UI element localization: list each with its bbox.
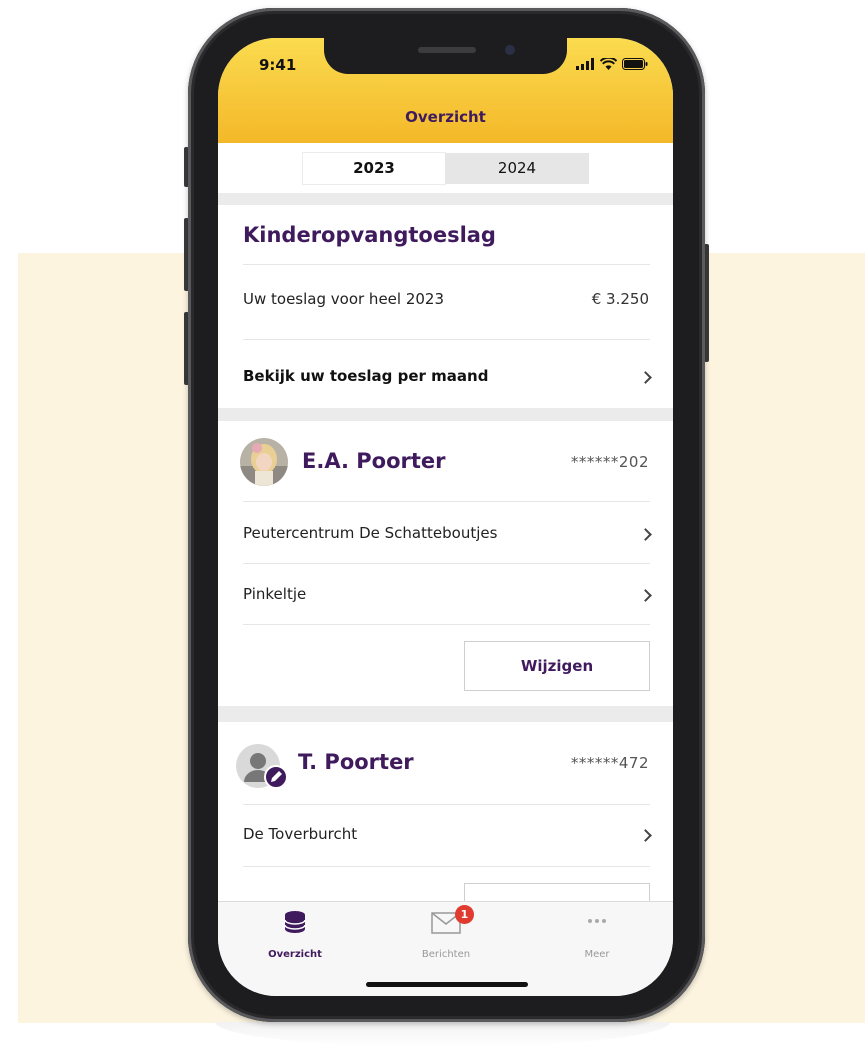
signal-icon [576, 58, 594, 70]
battery-icon [622, 58, 648, 70]
wifi-icon [600, 58, 617, 70]
phone-screen: 9:41 Overzicht 2023 2024 Kinderopvangtoe… [218, 38, 673, 996]
allowance-total-amount: € 3.250 [591, 290, 649, 308]
divider [243, 563, 650, 564]
year-tab-2024[interactable]: 2024 [445, 153, 589, 184]
placeholder-avatar [236, 744, 288, 792]
phone-notch [324, 38, 567, 74]
location-label: Pinkeltje [243, 585, 307, 603]
tab-berichten[interactable]: Berichten [386, 910, 506, 960]
child-card-2: T. Poorter ******472 De Toverburcht [218, 722, 673, 923]
page-title: Overzicht [405, 108, 486, 126]
tab-overzicht[interactable]: Overzicht [235, 910, 355, 960]
tab-label-berichten: Berichten [421, 949, 471, 960]
allowance-total-label: Uw toeslag voor heel 2023 [243, 290, 445, 308]
child-photo-avatar [240, 438, 288, 486]
tab-meer[interactable]: Meer [537, 910, 657, 960]
divider [243, 804, 650, 805]
edit-button[interactable]: Wijzigen [464, 641, 650, 691]
status-time: 9:41 [259, 56, 297, 74]
divider [243, 264, 650, 265]
speaker-grille [418, 47, 476, 53]
location-label: De Toverburcht [243, 825, 358, 843]
child-card-1: E.A. Poorter ******202 Peutercentrum De … [218, 421, 673, 706]
location-row-2[interactable]: Pinkeltje [243, 585, 650, 603]
year-selector: 2023 2024 [218, 143, 673, 193]
home-indicator [366, 982, 528, 987]
tab-label-meer: Meer [584, 949, 610, 960]
per-month-label: Bekijk uw toeslag per maand [243, 367, 489, 385]
location-row-1[interactable]: Peutercentrum De Schatteboutjes [243, 524, 650, 542]
year-tab-2023[interactable]: 2023 [303, 153, 445, 184]
divider [243, 624, 650, 625]
tab-label-overzicht: Overzicht [268, 949, 322, 960]
child-name-2: T. Poorter [298, 750, 414, 774]
allowance-card: Kinderopvangtoeslag Uw toeslag voor heel… [218, 205, 673, 408]
status-icons [576, 58, 648, 70]
coins-icon [284, 911, 306, 933]
unread-badge: 1 [455, 905, 474, 924]
divider [243, 339, 650, 340]
child-name-1: E.A. Poorter [302, 449, 446, 473]
child-bsn-1: ******202 [570, 453, 649, 471]
more-dots-icon [588, 919, 606, 923]
allowance-title: Kinderopvangtoeslag [243, 223, 496, 247]
front-camera [505, 45, 515, 55]
divider [243, 866, 650, 867]
divider [243, 501, 650, 502]
per-month-link[interactable]: Bekijk uw toeslag per maand [243, 367, 650, 385]
child-bsn-2: ******472 [570, 754, 649, 772]
location-row-3[interactable]: De Toverburcht [243, 825, 650, 843]
allowance-total-row: Uw toeslag voor heel 2023 [243, 290, 650, 308]
phone-reflection [215, 1022, 670, 1047]
location-label: Peutercentrum De Schatteboutjes [243, 524, 498, 542]
